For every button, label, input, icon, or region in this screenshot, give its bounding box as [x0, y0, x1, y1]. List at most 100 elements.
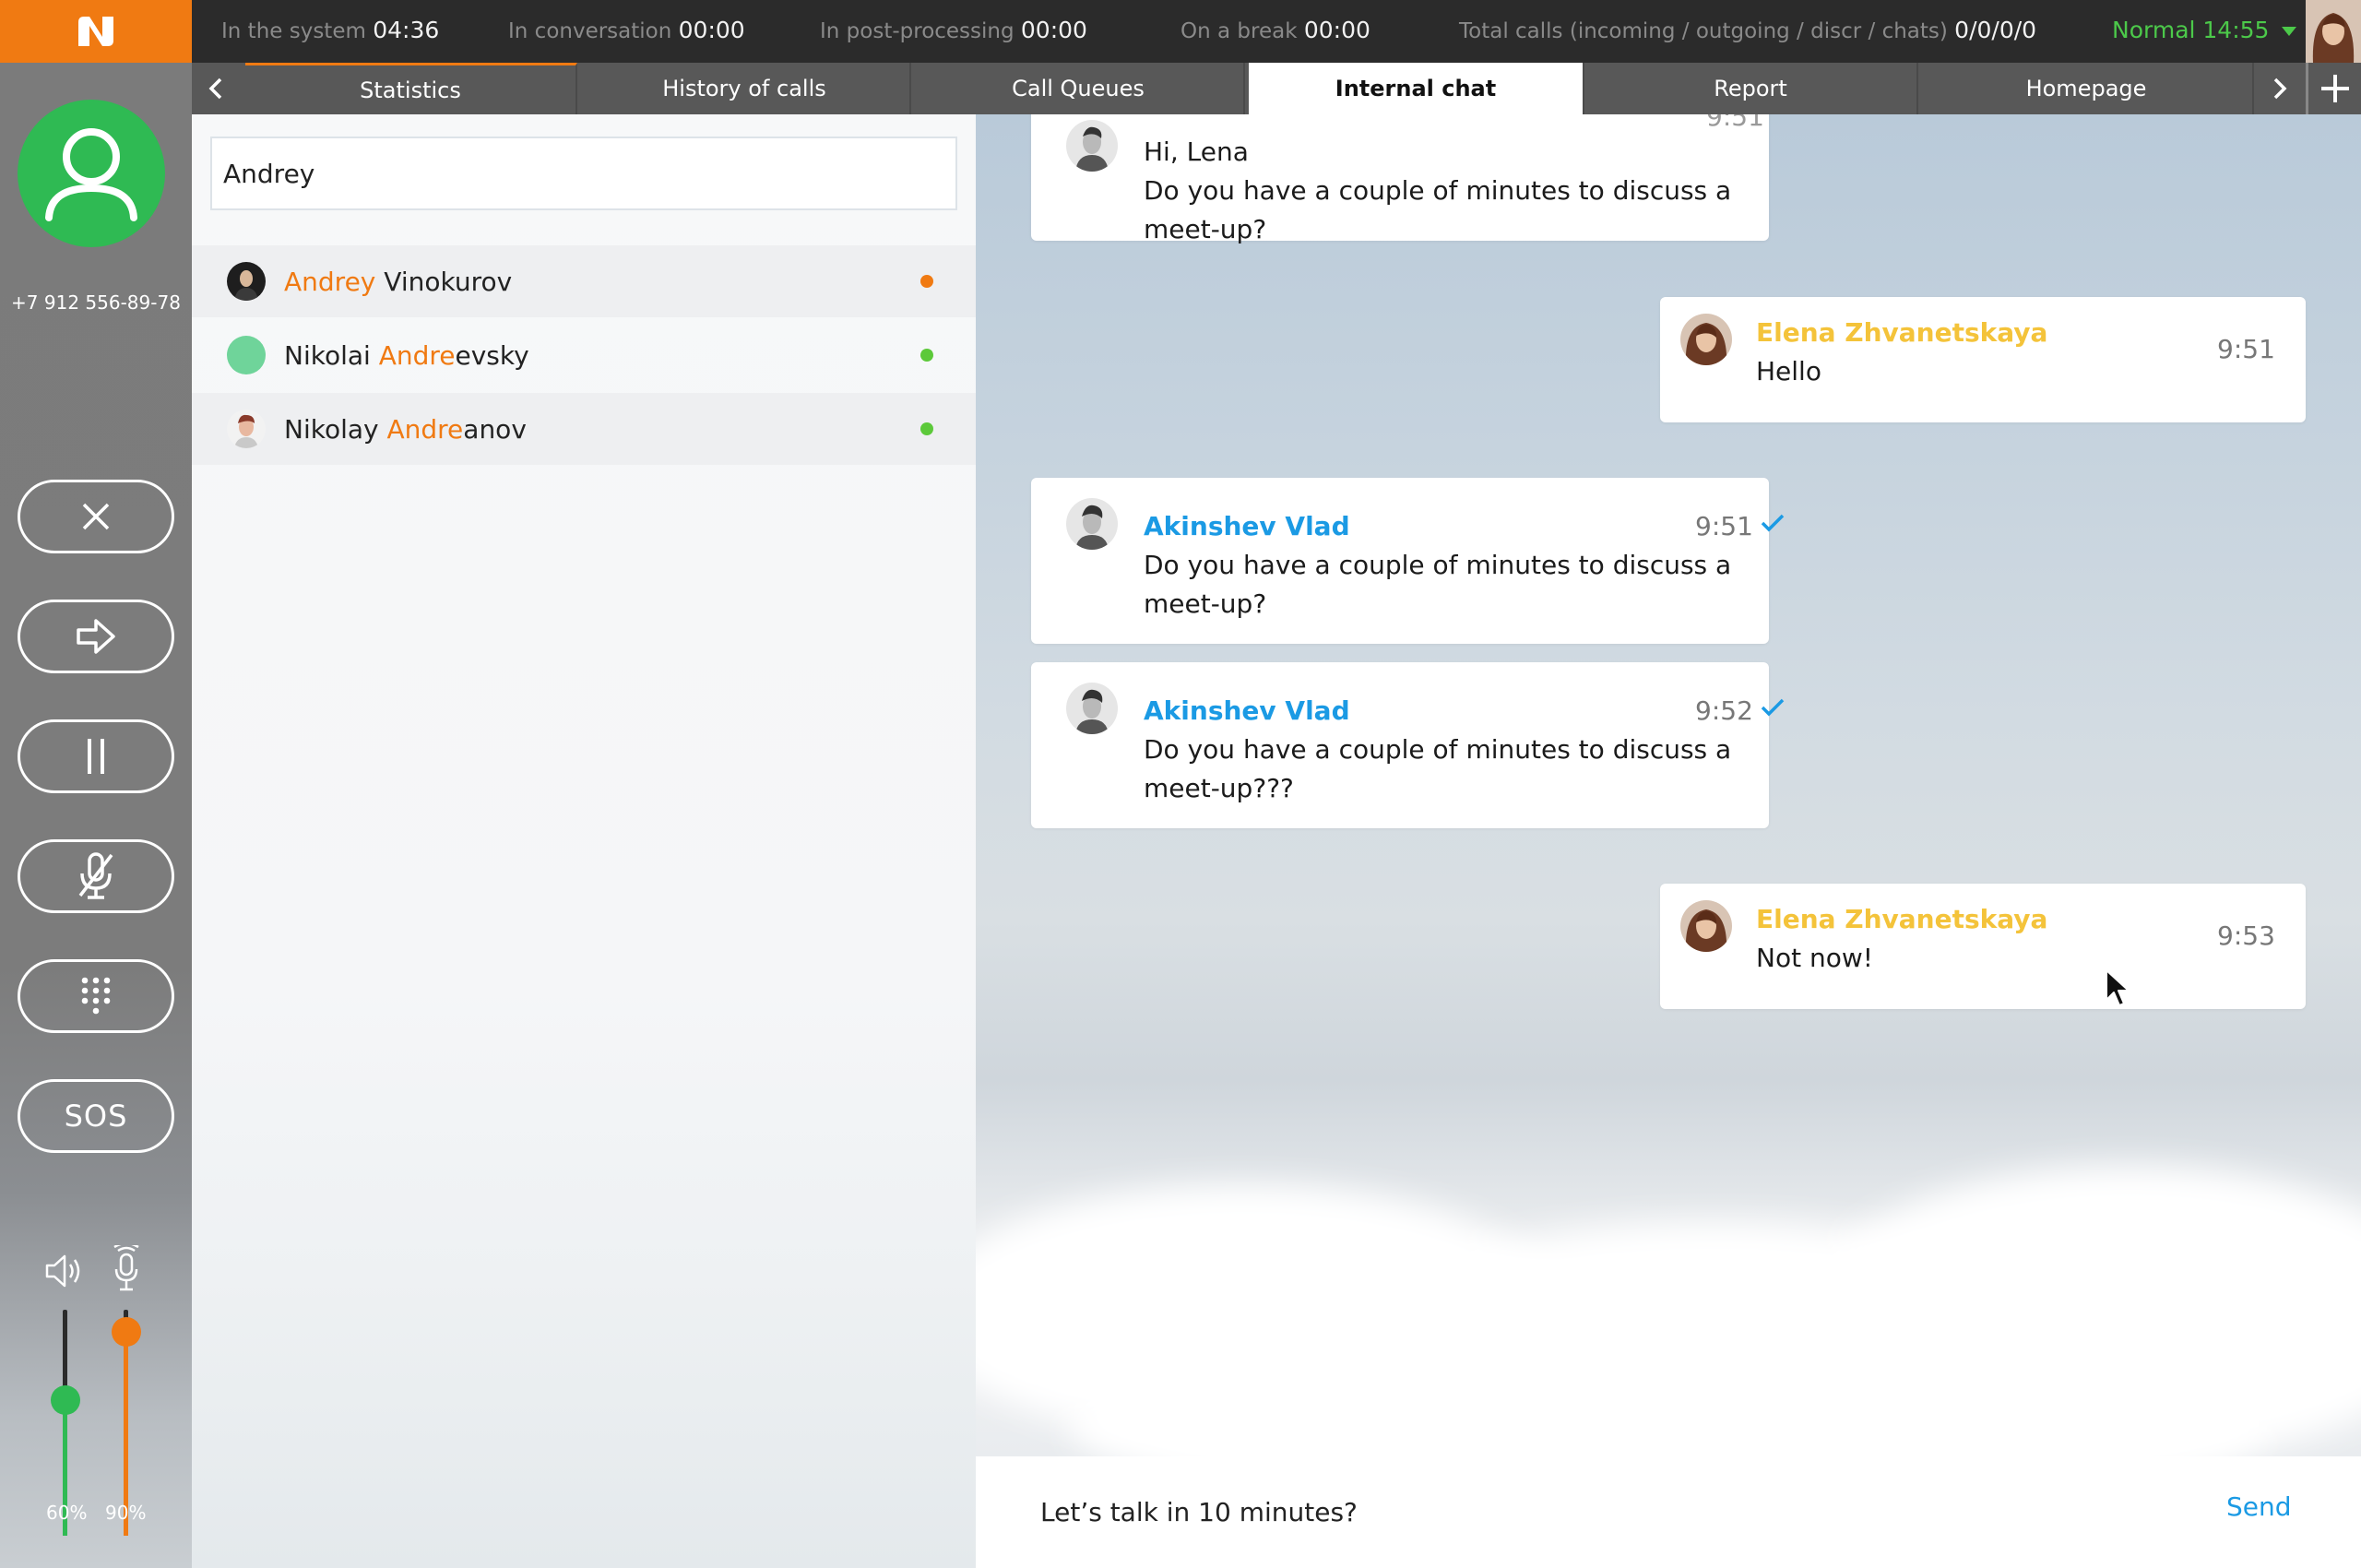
contact-status-dot	[920, 422, 933, 435]
chat-message: Elena Zhvanetskaya 9:53 Not now!	[1660, 884, 2306, 1009]
chat-message: Akinshev Vlad 9:51 Do you have a couple …	[1031, 478, 1785, 644]
stat-label: In conversation	[508, 19, 672, 43]
tab-report[interactable]: Report	[1584, 63, 1918, 114]
message-avatar	[1066, 498, 1118, 550]
message-time: 9:53	[2217, 921, 2275, 951]
person-photo-icon	[1066, 683, 1118, 734]
tab-history-of-calls[interactable]: History of calls	[579, 63, 911, 114]
message-avatar	[1066, 683, 1118, 734]
message-author[interactable]: Elena Zhvanetskaya	[1756, 317, 2047, 348]
tab-internal-chat[interactable]: Internal chat	[1249, 63, 1584, 114]
contact-name-part: Nikolai	[284, 339, 379, 371]
person-photo-icon	[227, 410, 266, 448]
sos-button[interactable]: SOS	[18, 1079, 174, 1153]
contact-nikolai-andreevsky[interactable]: Nikolai Andreevsky	[192, 319, 976, 391]
contact-nikolay-andreanov[interactable]: Nikolay Andreanov	[192, 393, 976, 465]
contact-search-input[interactable]	[210, 137, 957, 210]
stat-label: Total calls (incoming / outgoing / discr…	[1459, 19, 1948, 43]
tab-statistics[interactable]: Statistics	[245, 63, 577, 114]
chat-message: 9:51 Hi, Lena Do you have a couple of mi…	[1031, 114, 1769, 244]
mic-volume-handle[interactable]	[112, 1317, 141, 1347]
chevron-left-icon	[208, 77, 222, 100]
message-text: Do you have a couple of minutes to discu…	[1144, 734, 1732, 803]
person-photo-icon	[1066, 120, 1118, 172]
tab-label: Statistics	[360, 77, 461, 103]
stat-value: 00:00	[678, 17, 745, 43]
contact-avatar	[227, 336, 266, 374]
plus-icon	[2320, 75, 2349, 102]
contact-avatar	[227, 262, 266, 301]
user-avatar[interactable]	[2306, 0, 2361, 63]
pause-icon	[88, 739, 104, 774]
tab-label: Homepage	[2025, 76, 2147, 101]
chat-message-area[interactable]: 9:51 Hi, Lena Do you have a couple of mi…	[976, 114, 2361, 1456]
stat-value: 04:36	[373, 17, 440, 43]
contact-name-part: Nikolay	[284, 413, 387, 445]
caret-down-icon	[2282, 27, 2297, 36]
mic-off-icon	[78, 852, 113, 899]
stat-value: 0/0/0/0	[1954, 17, 2037, 43]
stat-value: 00:00	[1020, 17, 1087, 43]
mute-mic-button[interactable]	[18, 839, 174, 913]
contact-name-part: Vinokurov	[375, 266, 513, 297]
end-call-button[interactable]	[18, 480, 174, 553]
message-avatar	[1680, 900, 1732, 952]
chat-message: Akinshev Vlad 9:52 Do you have a couple …	[1031, 662, 1785, 828]
contact-name-match: Andre	[378, 339, 456, 371]
agent-phone-number: +7 912 556-89-78	[11, 291, 181, 314]
message-avatar	[1066, 120, 1118, 172]
message-author[interactable]: Akinshev Vlad	[1144, 511, 1350, 541]
tabs-next-button[interactable]	[2256, 63, 2304, 114]
tab-label: Report	[1714, 76, 1787, 101]
contact-name: Nikolai Andreevsky	[284, 340, 529, 371]
mouse-cursor-icon	[2106, 969, 2130, 1006]
user-photo-icon	[2306, 0, 2361, 63]
person-photo-icon	[1680, 314, 1732, 365]
contacts-panel: Andrey Vinokurov Nikolai Andreevsky Niko…	[192, 114, 976, 1568]
agent-status-label: Normal 14:55	[2112, 17, 2270, 43]
dialpad-icon	[81, 977, 111, 1015]
contact-name-match: Andre	[386, 413, 464, 445]
person-photo-icon	[1680, 900, 1732, 952]
stat-total-calls: Total calls (incoming / outgoing / discr…	[1459, 17, 2036, 43]
stat-in-system: In the system 04:36	[221, 17, 439, 43]
stat-label: In the system	[221, 19, 366, 43]
top-status-bar: In the system 04:36 In conversation 00:0…	[0, 0, 2361, 63]
agent-status-dropdown[interactable]: Normal 14:55	[2112, 17, 2297, 43]
contact-andrey-vinokurov[interactable]: Andrey Vinokurov	[192, 245, 976, 317]
stat-value: 00:00	[1303, 17, 1370, 43]
message-text: Hello	[1756, 356, 1821, 386]
tab-bar: Statistics History of calls Call Queues …	[192, 63, 2361, 114]
app-logo[interactable]	[0, 0, 192, 63]
agent-avatar[interactable]	[18, 100, 165, 247]
add-tab-button[interactable]	[2306, 63, 2361, 114]
tab-label: History of calls	[662, 76, 826, 101]
logo-icon	[78, 17, 113, 46]
contact-status-dot	[920, 349, 933, 362]
message-avatar	[1680, 314, 1732, 365]
person-photo-icon	[1066, 498, 1118, 550]
read-check-icon	[1761, 698, 1785, 717]
message-author[interactable]: Akinshev Vlad	[1144, 695, 1350, 726]
tab-call-queues[interactable]: Call Queues	[913, 63, 1245, 114]
transfer-call-button[interactable]	[18, 600, 174, 673]
message-text: Hi, Lena Do you have a couple of minutes…	[1144, 137, 1732, 244]
message-time: 9:51	[2217, 334, 2275, 364]
message-time: 9:52	[1695, 695, 1753, 726]
send-button[interactable]: Send	[2226, 1491, 2292, 1522]
chat-message: Elena Zhvanetskaya 9:51 Hello	[1660, 297, 2306, 422]
hold-call-button[interactable]	[18, 719, 174, 793]
tab-homepage[interactable]: Homepage	[1920, 63, 2254, 114]
message-input[interactable]	[1040, 1493, 2147, 1530]
message-author[interactable]: Elena Zhvanetskaya	[1756, 904, 2047, 934]
contact-name: Andrey Vinokurov	[284, 267, 512, 297]
speaker-volume-label: 60%	[46, 1502, 88, 1524]
speaker-volume-handle[interactable]	[51, 1385, 80, 1415]
close-icon	[82, 503, 110, 530]
message-time: 9:51	[1695, 511, 1753, 541]
microphone-icon	[113, 1245, 139, 1291]
message-text: Not now!	[1756, 943, 1873, 973]
contact-name-part: anov	[463, 413, 527, 445]
dialpad-button[interactable]	[18, 959, 174, 1033]
tabs-prev-button[interactable]	[192, 63, 240, 114]
